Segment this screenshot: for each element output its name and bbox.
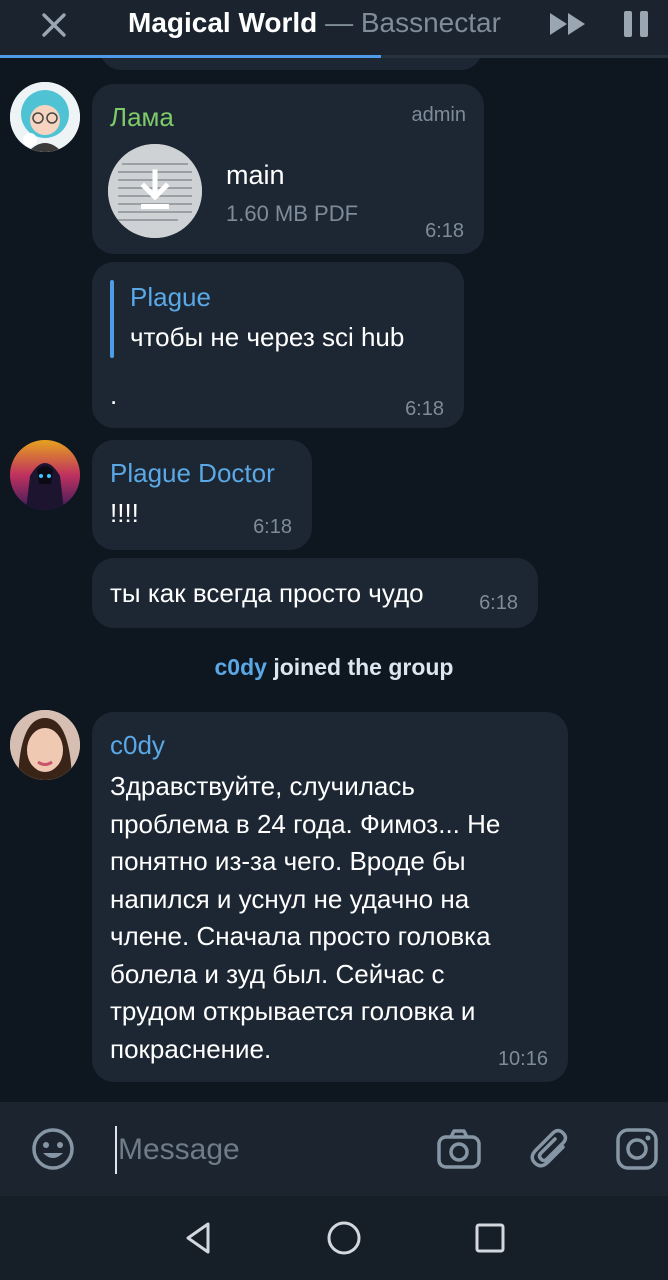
- avatar-plague-doctor-image: [10, 440, 80, 510]
- text-cursor: [115, 1126, 117, 1174]
- reply-quote-bar: [110, 280, 114, 358]
- message-time: 6:18: [425, 220, 464, 242]
- system-navigation-bar: [0, 1196, 668, 1280]
- service-user-name[interactable]: c0dy: [215, 654, 267, 680]
- message-text: .: [110, 380, 118, 410]
- pdf-thumbnail[interactable]: [108, 144, 202, 238]
- message-time: 10:16: [497, 1048, 548, 1070]
- sender-name[interactable]: c0dy: [110, 730, 165, 761]
- message-time: 6:18: [479, 592, 518, 614]
- music-player-bar: Magical World — Bassnectar: [0, 0, 668, 58]
- nav-recents-icon[interactable]: [470, 1218, 510, 1258]
- message-bubble-plague-doctor[interactable]: Plague Doctor !!!! 6:18: [92, 440, 312, 550]
- emoji-icon[interactable]: [30, 1126, 76, 1172]
- message-line: напился и уснул не удачно на: [110, 883, 470, 914]
- avatar-llama-image: [10, 82, 80, 152]
- avatar-c0dy-image: [10, 710, 80, 780]
- reply-sender-name[interactable]: Plague: [130, 282, 211, 313]
- fast-forward-icon[interactable]: [548, 10, 588, 38]
- admin-badge: admin: [411, 104, 466, 126]
- avatar-c0dy[interactable]: [10, 710, 80, 780]
- artist-name: Bassnectar: [360, 7, 501, 38]
- message-line: трудом открывается головка и: [110, 996, 476, 1026]
- message-line: болела и зуд был. Сейчас с: [110, 958, 445, 989]
- camera-icon[interactable]: [436, 1126, 482, 1172]
- message-input-bar: [0, 1102, 668, 1196]
- instagram-icon[interactable]: [614, 1126, 660, 1172]
- message-line: покраснение.: [110, 1033, 272, 1064]
- file-name[interactable]: main: [226, 160, 285, 191]
- message-text: Здравствуйте, случилась проблема в 24 го…: [110, 768, 500, 1068]
- paperclip-icon[interactable]: [528, 1126, 574, 1172]
- sender-name[interactable]: Plague Doctor: [110, 458, 275, 489]
- avatar-plague-doctor[interactable]: [10, 440, 80, 510]
- previous-message-bubble[interactable]: [100, 58, 482, 70]
- message-bubble-llama[interactable]: Лама admin main 1.60 MB PDF 6:18: [92, 84, 484, 254]
- message-line: понятно из-за чего. Вроде бы: [110, 846, 466, 876]
- message-bubble-c0dy[interactable]: c0dy Здравствуйте, случилась проблема в …: [92, 712, 568, 1082]
- pause-icon[interactable]: [620, 8, 652, 40]
- message-time: 6:18: [253, 516, 292, 538]
- message-line: члене. Сначала просто головка: [110, 921, 491, 951]
- player-title[interactable]: Magical World — Bassnectar: [128, 7, 501, 39]
- message-bubble[interactable]: ты как всегда просто чудо 6:18: [92, 558, 538, 628]
- message-time: 6:18: [405, 398, 444, 420]
- message-text: ты как всегда просто чудо: [110, 578, 424, 608]
- service-message: c0dy joined the group: [0, 654, 668, 681]
- message-bubble-reply[interactable]: Plague чтобы не через sci hub . 6:18: [92, 262, 464, 428]
- title-separator: —: [317, 7, 361, 38]
- chat-area[interactable]: Лама admin main 1.60 MB PDF 6:18 Plague …: [0, 58, 668, 1102]
- track-name: Magical World: [128, 7, 318, 38]
- download-icon[interactable]: [135, 168, 175, 214]
- message-line: Здравствуйте, случилась: [110, 771, 415, 801]
- service-action-text: joined the group: [273, 654, 454, 680]
- avatar-llama[interactable]: [10, 82, 80, 152]
- file-info: 1.60 MB PDF: [226, 201, 359, 226]
- sender-name[interactable]: Лама: [110, 102, 174, 133]
- close-icon[interactable]: [38, 9, 70, 41]
- message-text: !!!!: [110, 498, 139, 528]
- message-line: проблема в 24 года. Фимоз... Не: [110, 808, 501, 839]
- reply-quote-text[interactable]: чтобы не через sci hub: [130, 322, 404, 353]
- nav-home-icon[interactable]: [324, 1218, 364, 1258]
- nav-back-icon[interactable]: [178, 1218, 218, 1258]
- message-input[interactable]: [118, 1124, 408, 1176]
